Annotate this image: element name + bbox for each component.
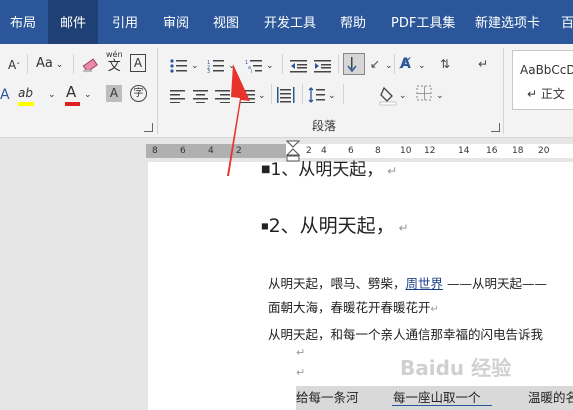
style-gallery-normal[interactable]: AaBbCcD ↵ 正文	[512, 50, 573, 110]
paragraph-group-label: 段落	[312, 119, 337, 133]
ruler-number: 20	[538, 146, 550, 156]
svg-text:i: i	[251, 69, 252, 73]
line-spacing-icon[interactable]	[308, 87, 325, 103]
show-marks-icon[interactable]: ↵	[478, 55, 488, 73]
ruler-number: 6	[348, 146, 354, 156]
divider	[338, 54, 339, 74]
shrink-font-button[interactable]: Aˇ	[8, 56, 20, 76]
line-spacing-dropdown-icon[interactable]: ⌄	[328, 87, 336, 105]
increase-indent-icon[interactable]	[314, 58, 331, 73]
font-dialog-launcher-icon[interactable]	[144, 123, 153, 132]
ruler-number: 8	[152, 146, 158, 156]
group-divider	[157, 48, 158, 134]
paragraph-line[interactable]: 从明天起，和每一个亲人通信那幸福的闪电告诉我	[268, 326, 543, 344]
align-center-icon[interactable]	[193, 88, 209, 103]
align-left-icon[interactable]	[170, 88, 186, 103]
tab-new[interactable]: 新建选项卡	[475, 0, 540, 44]
group-divider	[503, 48, 504, 134]
ruler-number: 2	[306, 146, 312, 156]
distributed-icon[interactable]	[277, 87, 295, 103]
line-direction-icon[interactable]: ↙	[370, 55, 380, 73]
font-color-dropdown-icon[interactable]: ⌄	[84, 86, 92, 104]
underline	[392, 405, 492, 406]
bullets-dropdown-icon[interactable]: ⌄	[191, 57, 199, 75]
chinese-layout-dropdown-icon[interactable]: ⌄	[418, 57, 426, 75]
ruler-number: 12	[424, 146, 436, 156]
tab-pdf-tools[interactable]: PDF工具集	[391, 0, 455, 44]
phonetic-guide-button[interactable]: wén 文	[106, 50, 123, 74]
bullets-icon[interactable]	[170, 58, 187, 73]
sort-icon[interactable]: ⇅	[440, 55, 450, 73]
line-direction-dropdown-icon[interactable]: ⌄	[385, 57, 393, 75]
ruler-number: 16	[486, 146, 498, 156]
divider	[282, 54, 283, 74]
highlight-button[interactable]: ab	[18, 84, 34, 106]
align-right-icon[interactable]	[215, 88, 231, 103]
divider	[27, 54, 28, 74]
tab-references[interactable]: 引用	[112, 0, 138, 44]
tab-help[interactable]: 帮助	[340, 0, 366, 44]
style-preview-text: AaBbCcD	[520, 63, 573, 77]
divider	[271, 84, 272, 104]
heading-1[interactable]: ■1、从明天起， ↵	[261, 158, 397, 183]
tab-overflow[interactable]: 百	[561, 0, 573, 44]
heading-2[interactable]: ■2、从明天起， ↵	[261, 213, 409, 241]
font-color-button[interactable]: A	[65, 83, 80, 106]
multilevel-dropdown-icon[interactable]: ⌄	[266, 57, 274, 75]
ribbon-tab-bar: 布局 邮件 引用 审阅 视图 开发工具 帮助 PDF工具集 新建选项卡 百	[0, 0, 573, 44]
paragraph-line[interactable]: 面朝大海，春暖花开春暖花开↵	[268, 299, 439, 319]
character-border-button[interactable]: A	[130, 54, 146, 72]
ruler-number: 14	[458, 146, 470, 156]
highlight-dropdown-icon[interactable]: ⌄	[48, 86, 56, 104]
link-text[interactable]: 周世界	[406, 276, 444, 291]
borders-dropdown-icon[interactable]: ⌄	[436, 87, 444, 105]
tab-developer[interactable]: 开发工具	[264, 0, 316, 44]
svg-text:3: 3	[207, 69, 210, 73]
divider	[394, 54, 395, 74]
character-shading-button[interactable]: A	[106, 85, 122, 102]
tab-review[interactable]: 审阅	[163, 0, 189, 44]
divider	[302, 84, 303, 104]
table-cell[interactable]: 给每一条河	[296, 389, 359, 407]
tab-mailings[interactable]: 邮件	[48, 0, 99, 44]
ruler-number: 4	[208, 146, 214, 156]
ruler-left-margin	[146, 144, 286, 158]
table-cell[interactable]: 温暖的名	[528, 389, 573, 407]
divider	[73, 54, 74, 74]
enclose-characters-button[interactable]: 字	[130, 85, 147, 102]
divider	[343, 84, 344, 104]
text-effects-icon[interactable]: A	[0, 86, 10, 104]
shading-bucket-icon[interactable]	[378, 84, 400, 106]
ruler-number: 18	[512, 146, 524, 156]
ruler-number: 10	[400, 146, 412, 156]
paragraph-line[interactable]: 从明天起，喂马、劈柴，周世界 ——从明天起——	[268, 275, 547, 293]
numbering-dropdown-icon[interactable]: ⌄	[228, 57, 236, 75]
paragraph-mark: ↵	[296, 346, 306, 359]
justify-icon[interactable]	[240, 88, 256, 103]
shading-dropdown-icon[interactable]: ⌄	[399, 87, 407, 105]
justify-dropdown-icon[interactable]: ⌄	[258, 87, 266, 105]
ruler-number: 4	[321, 146, 327, 156]
watermark: Baidu 经验	[400, 356, 512, 380]
ruler-number: 2	[236, 146, 242, 156]
paragraph-dialog-launcher-icon[interactable]	[491, 123, 500, 132]
borders-icon[interactable]	[416, 85, 438, 107]
text-direction-icon[interactable]	[343, 53, 365, 75]
ruler-number: 6	[180, 146, 186, 156]
ruler-number: 8	[375, 146, 381, 156]
style-name: ↵ 正文	[527, 87, 565, 101]
paragraph-mark: ↵	[296, 366, 306, 379]
tab-layout[interactable]: 布局	[10, 0, 36, 44]
decrease-indent-icon[interactable]	[290, 58, 307, 73]
tab-view[interactable]: 视图	[213, 0, 239, 44]
chinese-layout-icon[interactable]: A̸	[400, 55, 411, 73]
clear-formatting-icon[interactable]	[80, 53, 102, 75]
change-case-button[interactable]: Aa ⌄	[36, 55, 63, 74]
multilevel-list-icon[interactable]: 1ai	[245, 58, 262, 75]
numbering-icon[interactable]: 123	[207, 58, 224, 75]
